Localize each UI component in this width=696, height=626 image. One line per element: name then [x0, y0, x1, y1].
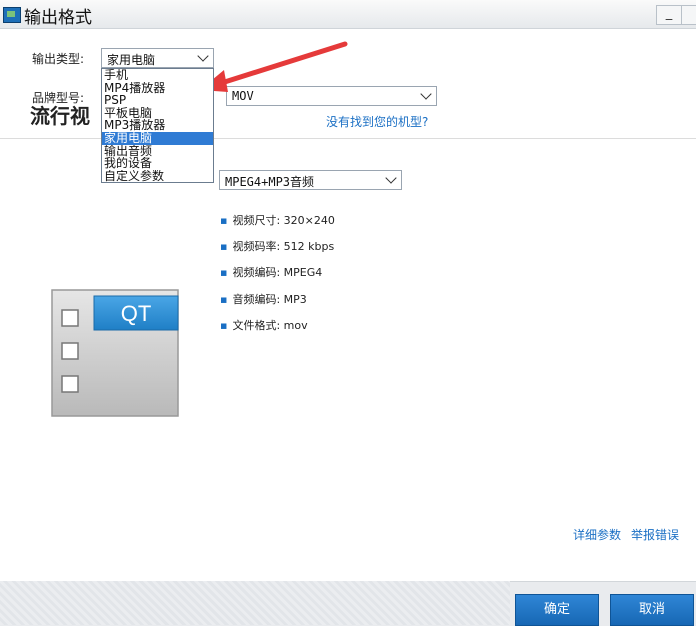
- spec-text: 文件格式: mov: [232, 319, 308, 332]
- qt-file-icon: QT: [51, 289, 179, 417]
- spec-text: 视频编码: MPEG4: [232, 266, 323, 279]
- report-link[interactable]: 举报错误: [631, 526, 679, 543]
- preset-select[interactable]: MPEG4+MP3音频: [219, 170, 402, 190]
- section-title: 流行视: [30, 104, 90, 128]
- close-button[interactable]: [681, 5, 696, 25]
- chevron-down-icon: [385, 172, 397, 184]
- spec-item: ▪ 视频尺寸: 320×240: [220, 214, 335, 227]
- spec-text: 音频编码: MP3: [232, 293, 307, 306]
- dropdown-item-my-devices[interactable]: 我的设备: [102, 157, 213, 170]
- minimize-button[interactable]: _: [656, 5, 682, 25]
- output-type-select[interactable]: 家用电脑: [101, 48, 214, 68]
- footer-hatch: [0, 581, 510, 625]
- spec-item: ▪ 视频编码: MPEG4: [220, 266, 323, 279]
- preset-value: MPEG4+MP3音频: [225, 175, 315, 189]
- red-arrow-icon: [200, 41, 348, 92]
- details-link[interactable]: 详细参数: [573, 526, 621, 543]
- spec-item: ▪ 音频编码: MP3: [220, 293, 307, 306]
- spec-text: 视频码率: 512 kbps: [232, 240, 335, 253]
- app-icon: [3, 7, 21, 23]
- dropdown-item-tablet[interactable]: 平板电脑: [102, 107, 213, 120]
- dropdown-item-mp4-player[interactable]: MP4播放器: [102, 82, 213, 95]
- dropdown-item-home-pc[interactable]: 家用电脑: [102, 131, 213, 145]
- spec-text: 视频尺寸: 320×240: [232, 214, 335, 227]
- window-title: 输出格式: [24, 8, 92, 28]
- output-type-value: 家用电脑: [107, 53, 156, 67]
- ok-button[interactable]: 确定: [515, 594, 599, 626]
- dropdown-item-psp[interactable]: PSP: [102, 94, 213, 107]
- dropdown-item-custom-params[interactable]: 自定义参数: [102, 170, 213, 183]
- output-type-dropdown: 手机 MP4播放器 PSP 平板电脑 MP3播放器 家用电脑 输出音频 我的设备…: [101, 68, 214, 183]
- qt-badge-text: QT: [121, 301, 152, 326]
- title-bar: 输出格式 _: [0, 0, 696, 29]
- dropdown-item-output-audio[interactable]: 输出音频: [102, 145, 213, 158]
- spec-item: ▪ 文件格式: mov: [220, 319, 308, 332]
- cancel-button[interactable]: 取消: [610, 594, 694, 626]
- chevron-down-icon: [420, 88, 432, 100]
- spec-item: ▪ 视频码率: 512 kbps: [220, 240, 335, 253]
- dropdown-item-phone[interactable]: 手机: [102, 69, 213, 82]
- dropdown-item-mp3-player[interactable]: MP3播放器: [102, 119, 213, 132]
- not-found-link[interactable]: 没有找到您的机型?: [326, 113, 428, 130]
- output-type-label: 输出类型:: [32, 52, 85, 66]
